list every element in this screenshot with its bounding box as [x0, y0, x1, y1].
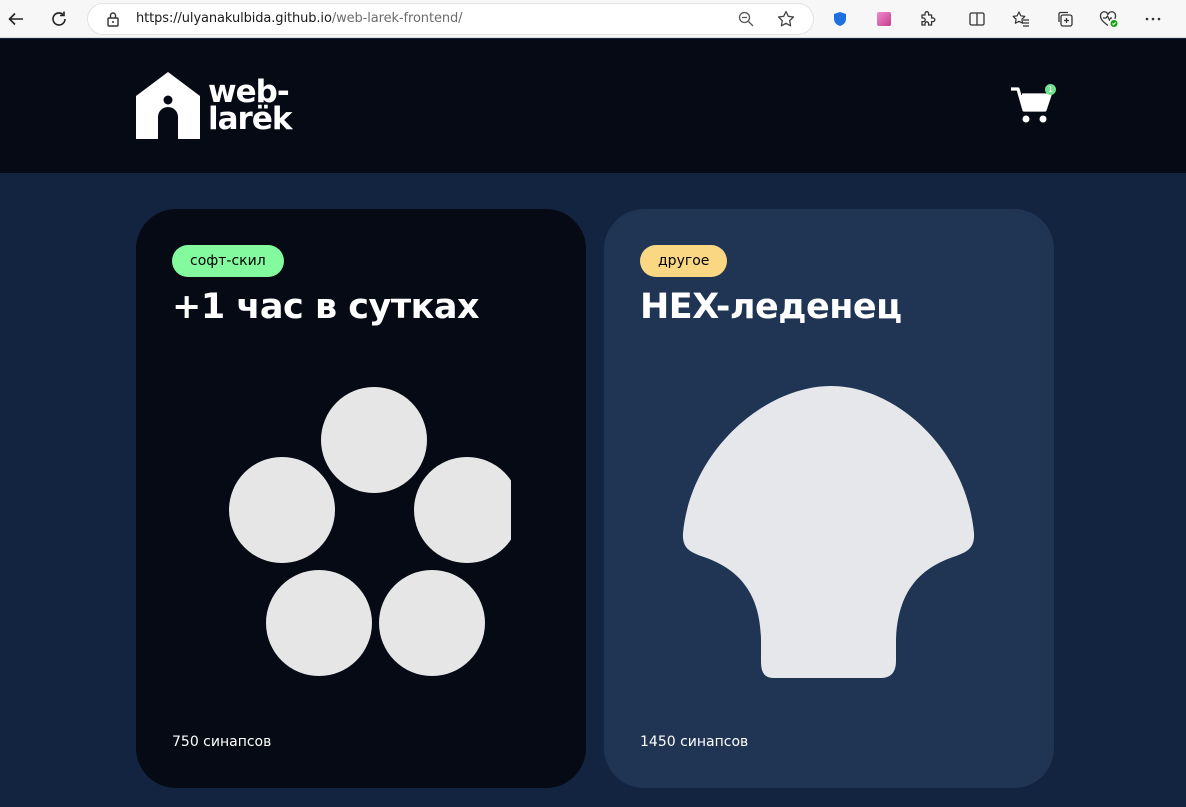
product-card[interactable]: софт-скил +1 час в сутках 750 синапсов — [136, 209, 586, 788]
card-category: другое — [640, 245, 728, 277]
url-host: https://ulyanakulbida.github.io — [136, 11, 332, 26]
logo-house-icon — [136, 72, 200, 139]
card-price: 1450 синапсов — [640, 734, 749, 750]
url-path: /web-larek-frontend/ — [331, 11, 463, 26]
browser-toolbar: https://ulyanakulbida.github.io/web-lare… — [0, 0, 1186, 38]
product-card[interactable]: другое HEX-леденец 1450 синапсов — [604, 209, 1054, 788]
color-extension-icon[interactable] — [873, 8, 895, 30]
card-title: HEX-леденец — [640, 287, 902, 327]
card-image-shell — [682, 386, 975, 678]
card-image-five-circles — [229, 387, 511, 676]
url-text[interactable]: https://ulyanakulbida.github.io/web-lare… — [136, 11, 463, 26]
split-screen-icon[interactable] — [966, 8, 988, 30]
cart-counter-badge: 1 — [1045, 84, 1056, 95]
card-price: 750 синапсов — [172, 734, 272, 750]
logo[interactable]: web- larëk — [136, 72, 292, 139]
back-icon[interactable] — [2, 5, 30, 33]
logo-text: web- larëk — [208, 76, 292, 137]
shield-extension-icon[interactable] — [829, 8, 851, 30]
extensions-puzzle-icon[interactable] — [917, 8, 939, 30]
favorite-star-icon[interactable] — [776, 9, 796, 29]
zoom-icon[interactable] — [736, 9, 756, 29]
more-options-icon[interactable] — [1142, 8, 1164, 30]
collections-icon[interactable] — [1054, 8, 1076, 30]
lock-icon[interactable] — [106, 11, 120, 32]
browser-essentials-icon[interactable] — [1098, 8, 1120, 30]
favorites-icon[interactable] — [1010, 8, 1032, 30]
logo-line-2: larëk — [208, 100, 292, 137]
card-title: +1 час в сутках — [172, 287, 480, 327]
card-category: софт-скил — [172, 245, 284, 277]
address-bar[interactable]: https://ulyanakulbida.github.io/web-lare… — [88, 4, 813, 34]
reload-icon[interactable] — [45, 5, 73, 33]
